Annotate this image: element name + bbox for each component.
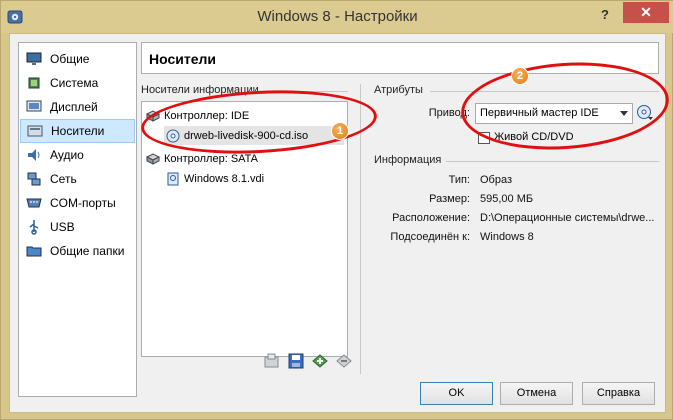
usb-icon xyxy=(29,220,39,235)
page-title: Носители xyxy=(149,51,217,67)
tree-item-hard-disk[interactable]: Windows 8.1.vdi xyxy=(166,172,264,186)
sidebar-item-label: Аудио xyxy=(50,148,84,162)
info-size-value: 595,00 МБ xyxy=(480,193,534,205)
sidebar-item-usb[interactable]: USB xyxy=(20,215,135,239)
sidebar-item-label: Система xyxy=(50,76,99,90)
tree-item-label: Контроллер: SATA xyxy=(164,153,258,165)
add-attachment-icon[interactable] xyxy=(311,352,329,370)
info-attached-label: Подсоединён к: xyxy=(390,231,470,243)
sidebar-item-com-ports[interactable]: COM-порты xyxy=(20,191,135,215)
info-group-label: Информация xyxy=(374,154,442,166)
sidebar-item-label: COM-порты xyxy=(50,196,116,210)
tree-item-label: Windows 8.1.vdi xyxy=(184,173,265,185)
monitor-icon xyxy=(26,52,42,65)
serial-port-icon xyxy=(26,198,42,208)
sidebar-item-label: Носители xyxy=(51,124,105,138)
sidebar-item-label: Общие папки xyxy=(50,244,125,258)
info-location-label: Расположение: xyxy=(392,212,470,224)
sidebar-item-network[interactable]: Сеть xyxy=(20,167,135,191)
add-controller-icon[interactable] xyxy=(263,352,281,370)
window-title: Windows 8 - Настройки xyxy=(257,8,418,25)
attributes-group-label: Атрибуты xyxy=(374,84,423,96)
sidebar-item-label: USB xyxy=(50,220,75,234)
display-icon xyxy=(26,100,42,112)
save-disk-icon[interactable] xyxy=(287,352,305,370)
storage-icon xyxy=(27,125,43,137)
sidebar-item-label: Дисплей xyxy=(50,100,98,114)
speaker-icon xyxy=(28,149,40,161)
sidebar-item-system[interactable]: Система xyxy=(20,71,135,95)
sidebar-item-shared-folders[interactable]: Общие папки xyxy=(20,239,135,263)
info-group-divider xyxy=(446,161,659,162)
close-button[interactable]: ✕ xyxy=(623,2,669,23)
sidebar-item-storage[interactable]: Носители xyxy=(20,119,135,143)
help-dialog-button[interactable]: Справка xyxy=(582,382,655,405)
settings-sidebar: Общие Система Дисплей Носители Аудио Сет… xyxy=(18,42,137,397)
settings-window: Windows 8 - Настройки ? ✕ Общие Система … xyxy=(0,0,673,420)
help-button[interactable]: ? xyxy=(597,7,613,25)
folder-icon xyxy=(26,246,42,257)
remove-attachment-icon[interactable] xyxy=(335,352,353,370)
sidebar-item-general[interactable]: Общие xyxy=(20,47,135,71)
sidebar-item-display[interactable]: Дисплей xyxy=(20,95,135,119)
ok-button[interactable]: OK xyxy=(420,382,493,405)
callout-badge-1: 1 xyxy=(331,122,349,140)
title-bar[interactable]: Windows 8 - Настройки ? ✕ xyxy=(1,1,673,33)
cancel-button[interactable]: Отмена xyxy=(500,382,573,405)
sata-controller-icon xyxy=(146,153,160,165)
sidebar-item-audio[interactable]: Аудио xyxy=(20,143,135,167)
sidebar-item-label: Сеть xyxy=(50,172,77,186)
tree-item-sata-controller[interactable]: Контроллер: SATA xyxy=(146,152,258,166)
storage-toolbar xyxy=(263,352,353,370)
info-type-value: Образ xyxy=(480,174,513,186)
callout-badge-2: 2 xyxy=(511,67,529,85)
info-type-label: Тип: xyxy=(448,174,470,186)
info-location-value: D:\Операционные системы\drwe... xyxy=(480,212,655,224)
info-size-label: Размер: xyxy=(429,193,470,205)
info-attached-value: Windows 8 xyxy=(480,231,534,243)
hard-disk-icon xyxy=(167,172,179,186)
sidebar-item-label: Общие xyxy=(50,52,90,66)
network-icon xyxy=(27,172,41,186)
chip-icon xyxy=(28,77,40,89)
